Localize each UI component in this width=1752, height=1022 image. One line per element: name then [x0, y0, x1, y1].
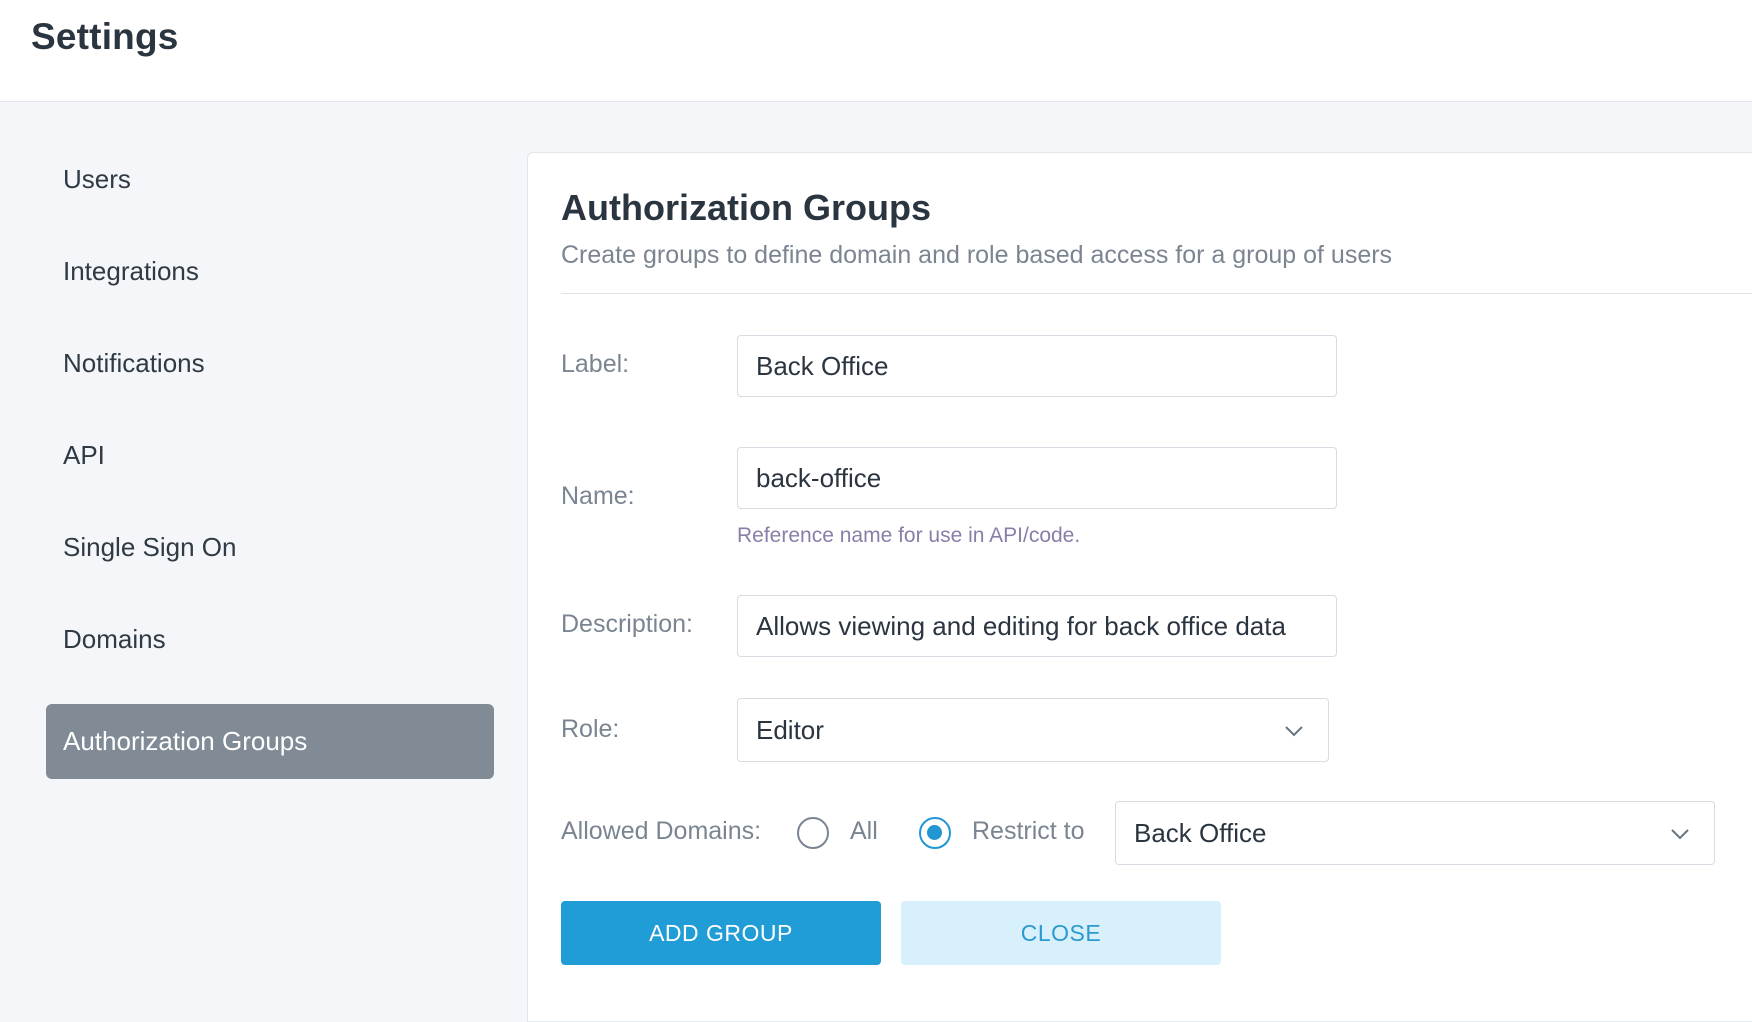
chevron-down-icon: [1285, 726, 1303, 737]
sidebar-item-users[interactable]: Users: [46, 142, 494, 217]
chevron-down-icon: [1671, 829, 1689, 840]
panel-divider: [561, 293, 1752, 294]
top-bar: Settings: [0, 0, 1752, 102]
settings-sidebar: Users Integrations Notifications API Sin…: [0, 103, 525, 1000]
description-input[interactable]: Allows viewing and editing for back offi…: [737, 595, 1337, 657]
panel-title: Authorization Groups: [561, 187, 931, 228]
role-select[interactable]: Editor: [737, 698, 1329, 762]
description-field-label: Description:: [561, 610, 693, 638]
sidebar-item-integrations[interactable]: Integrations: [46, 234, 494, 309]
sidebar-item-single-sign-on[interactable]: Single Sign On: [46, 510, 494, 585]
radio-restrict-to-label[interactable]: Restrict to: [972, 817, 1085, 846]
sidebar-item-notifications[interactable]: Notifications: [46, 326, 494, 401]
role-field-label: Role:: [561, 715, 620, 743]
sidebar-item-authorization-groups[interactable]: Authorization Groups: [46, 704, 494, 779]
sidebar-item-domains[interactable]: Domains: [46, 602, 494, 677]
label-field-label: Label:: [561, 350, 630, 378]
role-select-value: Editor: [756, 715, 824, 745]
restrict-to-select-value: Back Office: [1134, 818, 1267, 848]
authorization-groups-panel: Authorization Groups Create groups to de…: [527, 152, 1752, 1022]
restrict-to-select[interactable]: Back Office: [1115, 801, 1715, 865]
page-title: Settings: [31, 16, 179, 57]
label-input[interactable]: Back Office: [737, 335, 1337, 397]
sidebar-item-api[interactable]: API: [46, 418, 494, 493]
close-button[interactable]: CLOSE: [901, 901, 1221, 965]
panel-subtitle: Create groups to define domain and role …: [561, 241, 1393, 269]
allowed-domains-field-label: Allowed Domains:: [561, 817, 762, 845]
radio-all[interactable]: [797, 817, 829, 849]
name-input[interactable]: back-office: [737, 447, 1337, 509]
name-helper-text: Reference name for use in API/code.: [737, 524, 1081, 547]
add-group-button[interactable]: ADD GROUP: [561, 901, 881, 965]
radio-restrict-to[interactable]: [919, 817, 951, 849]
name-field-label: Name:: [561, 482, 635, 510]
radio-all-label[interactable]: All: [850, 817, 878, 846]
